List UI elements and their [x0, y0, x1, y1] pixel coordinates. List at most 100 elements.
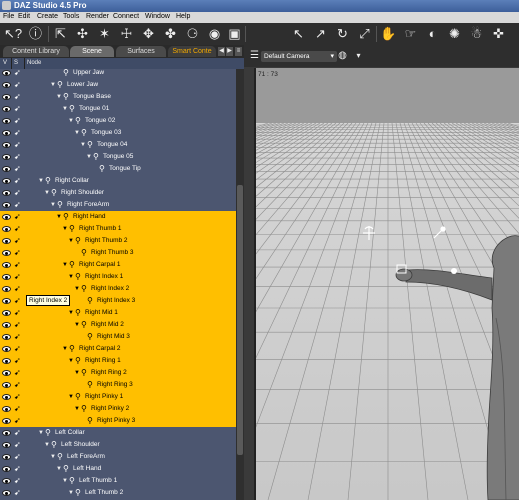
expand-arrow-icon[interactable]: ▼	[56, 464, 62, 474]
selectable-cursor-icon[interactable]: ➹	[14, 176, 23, 186]
tree-node-row[interactable]: ➹ ▼ ⚲ Right Ring 2	[0, 367, 236, 379]
eye-icon[interactable]	[2, 106, 11, 112]
help-cursor-icon[interactable]: ↖?	[4, 25, 22, 42]
expand-arrow-icon[interactable]: ▼	[80, 140, 86, 150]
3d-viewport[interactable]	[254, 68, 519, 500]
selectable-cursor-icon[interactable]: ➹	[14, 152, 23, 162]
expand-arrow-icon[interactable]: ▼	[44, 188, 50, 198]
selectable-cursor-icon[interactable]: ➹	[14, 356, 23, 366]
expand-arrow-icon[interactable]: ▼	[56, 212, 62, 222]
eye-icon[interactable]	[2, 142, 11, 148]
selectable-cursor-icon[interactable]: ➹	[14, 320, 23, 330]
menu-tools[interactable]: Tools	[63, 13, 79, 20]
expand-arrow-icon[interactable]: ▼	[68, 236, 74, 246]
tree-node-row[interactable]: ➹ ▼ ⚲ Right Pinky 2	[0, 403, 236, 415]
tree-node-row[interactable]: ➹ ▼ ⚲ Right Thumb 2	[0, 235, 236, 247]
column-node[interactable]: Node	[27, 60, 41, 66]
selectable-cursor-icon[interactable]: ➹	[14, 69, 23, 78]
eye-icon[interactable]	[2, 322, 11, 328]
selectable-cursor-icon[interactable]: ➹	[14, 248, 23, 258]
expand-arrow-icon[interactable]: ▼	[62, 260, 68, 270]
selectable-cursor-icon[interactable]: ➹	[14, 236, 23, 246]
tree-node-row[interactable]: ➹ ▼ ⚲ Tongue 02	[0, 115, 236, 127]
chevron-down-icon[interactable]: ▾	[350, 47, 367, 64]
eye-icon[interactable]	[2, 334, 11, 340]
tree-node-row[interactable]: ➹ ▼ ⚲ Right Shoulder	[0, 187, 236, 199]
active-pose-icon[interactable]: ✤	[162, 25, 179, 42]
eye-icon[interactable]	[2, 478, 11, 484]
expand-arrow-icon[interactable]: ▼	[38, 428, 44, 438]
tree-node-row[interactable]: ➹ ▼ ⚲ Tongue 05	[0, 151, 236, 163]
selectable-cursor-icon[interactable]: ➹	[14, 368, 23, 378]
expand-arrow-icon[interactable]: ▼	[50, 200, 56, 210]
column-selectable[interactable]: S	[14, 60, 18, 66]
eye-icon[interactable]	[2, 382, 11, 388]
node-select-tool-icon[interactable]: ↖	[290, 25, 307, 42]
eye-icon[interactable]	[2, 442, 11, 448]
tree-node-row[interactable]: ➹ ▼ ⚲ Right Index 1	[0, 271, 236, 283]
tree-node-row[interactable]: ➹ ▼ ⚲ Tongue 01	[0, 103, 236, 115]
expand-arrow-icon[interactable]: ▼	[38, 176, 44, 186]
selectable-cursor-icon[interactable]: ➹	[14, 440, 23, 450]
selectable-cursor-icon[interactable]: ➹	[14, 488, 23, 498]
tab-scene[interactable]: Scene	[70, 46, 114, 57]
selectable-cursor-icon[interactable]: ➹	[14, 116, 23, 126]
tree-node-row[interactable]: ➹ ▼ ⚲ Right Carpal 2	[0, 343, 236, 355]
expand-arrow-icon[interactable]: ▼	[44, 440, 50, 450]
selectable-cursor-icon[interactable]: ➹	[14, 404, 23, 414]
selectable-cursor-icon[interactable]: ➹	[14, 104, 23, 114]
eye-icon[interactable]	[2, 370, 11, 376]
eye-icon[interactable]	[2, 130, 11, 136]
posable-icon[interactable]: ☞	[402, 25, 419, 42]
menu-window[interactable]: Window	[145, 13, 170, 20]
tree-node-row[interactable]: ➹ ▼ ⚲ Right Collar	[0, 175, 236, 187]
eye-icon[interactable]	[2, 466, 11, 472]
selectable-cursor-icon[interactable]: ➹	[14, 332, 23, 342]
tree-node-row[interactable]: ➹ ⚲ Upper Jaw	[0, 69, 236, 79]
expand-arrow-icon[interactable]: ▼	[50, 452, 56, 462]
tree-node-row[interactable]: ➹ ⚲ Right Pinky 3	[0, 415, 236, 427]
pose-icon[interactable]: ✋	[380, 25, 397, 42]
eye-icon[interactable]	[2, 214, 11, 220]
selectable-cursor-icon[interactable]: ➹	[14, 380, 23, 390]
selectable-cursor-icon[interactable]: ➹	[14, 260, 23, 270]
expand-arrow-icon[interactable]: ▼	[68, 272, 74, 282]
tree-node-row[interactable]: ➹ ⚲ Right Mid 3	[0, 331, 236, 343]
tree-node-row[interactable]: ➹ ▼ ⚲ Lower Jaw	[0, 79, 236, 91]
eye-icon[interactable]	[2, 118, 11, 124]
translate-tool-icon[interactable]: ↗	[312, 25, 329, 42]
tab-scroll-right-icon[interactable]: ▶	[226, 47, 233, 56]
expand-arrow-icon[interactable]: ▼	[68, 356, 74, 366]
expand-arrow-icon[interactable]: ▼	[74, 128, 80, 138]
scale-tool-icon[interactable]: ⤢	[356, 25, 373, 42]
spot-render-icon[interactable]: ⚆	[184, 25, 201, 42]
expand-arrow-icon[interactable]: ▼	[68, 392, 74, 402]
eye-icon[interactable]	[2, 310, 11, 316]
universal-tool-icon[interactable]: ✣	[74, 25, 91, 42]
menu-create[interactable]: Create	[37, 13, 58, 20]
eye-icon[interactable]	[2, 190, 11, 196]
selectable-cursor-icon[interactable]: ➹	[14, 308, 23, 318]
joint-editor-icon[interactable]: ✶	[96, 25, 113, 42]
eye-icon[interactable]	[2, 286, 11, 292]
tab-scroll-left-icon[interactable]: ◀	[218, 47, 225, 56]
expand-arrow-icon[interactable]: ▼	[74, 368, 80, 378]
tree-scrollbar-thumb[interactable]	[237, 185, 243, 455]
selectable-cursor-icon[interactable]: ➹	[14, 188, 23, 198]
expand-arrow-icon[interactable]: ▼	[74, 284, 80, 294]
expand-arrow-icon[interactable]: ▼	[86, 152, 92, 162]
tab-smart-content[interactable]: Smart Conte	[168, 46, 216, 57]
eye-icon[interactable]	[2, 406, 11, 412]
eye-icon[interactable]	[2, 70, 11, 76]
node-select-icon[interactable]: ⇱	[52, 25, 69, 42]
expand-arrow-icon[interactable]: ▼	[62, 224, 68, 234]
eye-icon[interactable]	[2, 166, 11, 172]
selectable-cursor-icon[interactable]: ➹	[14, 296, 23, 306]
eye-icon[interactable]	[2, 202, 11, 208]
eye-icon[interactable]	[2, 154, 11, 160]
camera-icon[interactable]: ✜	[490, 25, 507, 42]
rotate-tool-icon[interactable]: ↻	[334, 25, 351, 42]
selectable-cursor-icon[interactable]: ➹	[14, 464, 23, 474]
selectable-cursor-icon[interactable]: ➹	[14, 140, 23, 150]
tree-node-row[interactable]: ➹ ▼ ⚲ Right Carpal 1	[0, 259, 236, 271]
